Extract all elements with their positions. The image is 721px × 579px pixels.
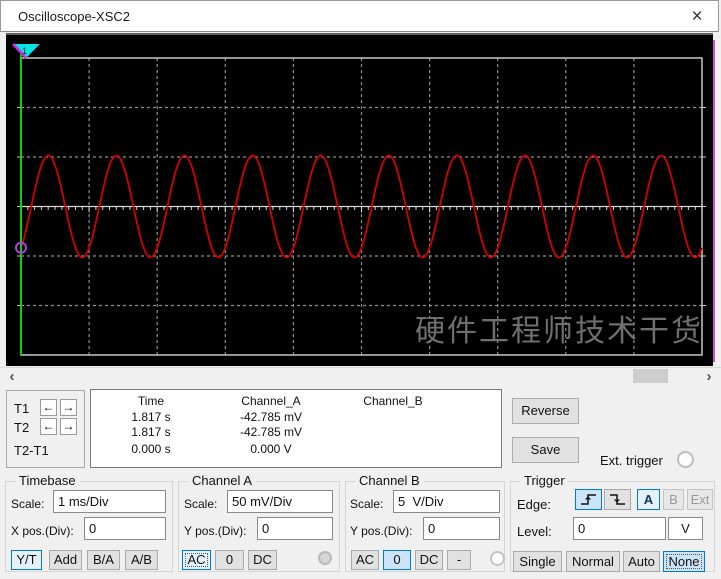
svg-text:1: 1 (22, 46, 27, 56)
close-icon[interactable]: × (682, 5, 712, 29)
timebase-xpos-label: X pos.(Div): (11, 524, 74, 538)
col-header-time: Time (137, 394, 165, 408)
channel-b-ac-button[interactable]: AC (351, 550, 379, 570)
channel-a-scale-label: Scale: (184, 497, 218, 511)
channel-b-title: Channel B (355, 473, 424, 488)
t2-t1-channel-a-value: 0.000 V (250, 442, 292, 456)
t2-t1-label: T2-T1 (14, 443, 49, 458)
reverse-button[interactable]: Reverse (512, 398, 579, 424)
scroll-left-icon[interactable]: ‹ (4, 369, 20, 385)
trigger-source-ext-button[interactable]: Ext (687, 489, 713, 510)
t1-channel-a-value: -42.785 mV (239, 410, 303, 424)
trigger-single-button[interactable]: Single (513, 551, 562, 572)
timebase-scale-input[interactable] (53, 490, 166, 513)
timebase-ba-button[interactable]: B/A (87, 550, 120, 570)
trigger-edge-label: Edge: (517, 497, 551, 512)
channel-a-zero-button[interactable]: 0 (215, 550, 244, 570)
title-bar[interactable]: Oscilloscope-XSC2 × (0, 0, 719, 32)
rising-edge-icon (580, 494, 596, 505)
channel-b-minus-button[interactable]: - (447, 550, 471, 570)
t1-left-button[interactable]: ← (40, 399, 57, 416)
rising-edge-button[interactable] (575, 489, 602, 510)
trigger-level-label: Level: (517, 524, 552, 539)
t2-right-button[interactable]: → (60, 418, 77, 435)
ext-trigger-terminal[interactable] (677, 451, 694, 468)
scope-horizontal-scrollbar[interactable]: ‹ › (0, 367, 721, 385)
channel-b-zero-button[interactable]: 0 (383, 550, 411, 570)
channel-a-ac-button[interactable]: AC (182, 550, 211, 570)
trigger-auto-button[interactable]: Auto (623, 551, 660, 572)
trigger-level-input[interactable] (573, 517, 666, 540)
col-header-channel-b: Channel_B (363, 394, 423, 408)
channel-b-dc-button[interactable]: DC (415, 550, 443, 570)
channel-a-terminal[interactable] (318, 551, 332, 565)
trigger-level-unit[interactable]: V (668, 517, 703, 540)
falling-edge-icon (609, 494, 625, 505)
channel-a-title: Channel A (188, 473, 256, 488)
col-header-channel-a: Channel_A (241, 394, 301, 408)
trigger-none-button[interactable]: None (663, 551, 705, 572)
channel-a-ypos-label: Y pos.(Div): (184, 524, 247, 538)
t1-right-button[interactable]: → (60, 399, 77, 416)
t1-label: T1 (14, 401, 30, 416)
scope-display: 1 硬件工程师技术干货 (6, 33, 713, 366)
scrollbar-thumb[interactable] (633, 369, 668, 383)
channel-b-scale-label: Scale: (350, 497, 384, 511)
background-wire (713, 40, 715, 362)
cursor-panel: T1 ← → T2 ← → T2-T1 (6, 390, 85, 468)
scroll-right-icon[interactable]: › (701, 369, 717, 385)
trigger-title: Trigger (520, 473, 569, 488)
t2-t1-time-value: 0.000 s (131, 442, 171, 456)
t2-left-button[interactable]: ← (40, 418, 57, 435)
timebase-yt-button[interactable]: Y/T (11, 550, 42, 570)
window-title: Oscilloscope-XSC2 (18, 9, 130, 24)
watermark-text: 硬件工程师技术干货 (415, 315, 703, 348)
channel-b-ypos-input[interactable] (423, 517, 500, 540)
channel-b-ypos-label: Y pos.(Div): (350, 524, 413, 538)
t1-time-value: 1.817 s (131, 410, 171, 424)
trigger-source-b-button[interactable]: B (663, 489, 684, 510)
oscilloscope-window: { "window": { "title": "Oscilloscope-XSC… (0, 0, 721, 579)
timebase-ab-button[interactable]: A/B (125, 550, 158, 570)
save-button[interactable]: Save (512, 437, 579, 463)
ext-trigger-label: Ext. trigger (600, 453, 663, 468)
channel-a-ypos-input[interactable] (257, 517, 333, 540)
falling-edge-button[interactable] (604, 489, 631, 510)
timebase-add-button[interactable]: Add (49, 550, 82, 570)
trigger-normal-button[interactable]: Normal (566, 551, 620, 572)
channel-b-scale-input[interactable] (393, 490, 500, 513)
measurement-table: Time Channel_A Channel_B 1.817 s -42.785… (90, 389, 502, 468)
timebase-xpos-input[interactable] (84, 517, 166, 540)
timebase-scale-label: Scale: (11, 497, 45, 511)
t2-channel-a-value: -42.785 mV (239, 425, 303, 439)
channel-b-terminal[interactable] (490, 551, 505, 566)
t2-label: T2 (14, 420, 30, 435)
trigger-source-a-button[interactable]: A (637, 489, 660, 510)
channel-a-scale-input[interactable] (227, 490, 333, 513)
timebase-title: Timebase (15, 473, 80, 488)
channel-a-dc-button[interactable]: DC (248, 550, 277, 570)
t2-time-value: 1.817 s (131, 425, 171, 439)
